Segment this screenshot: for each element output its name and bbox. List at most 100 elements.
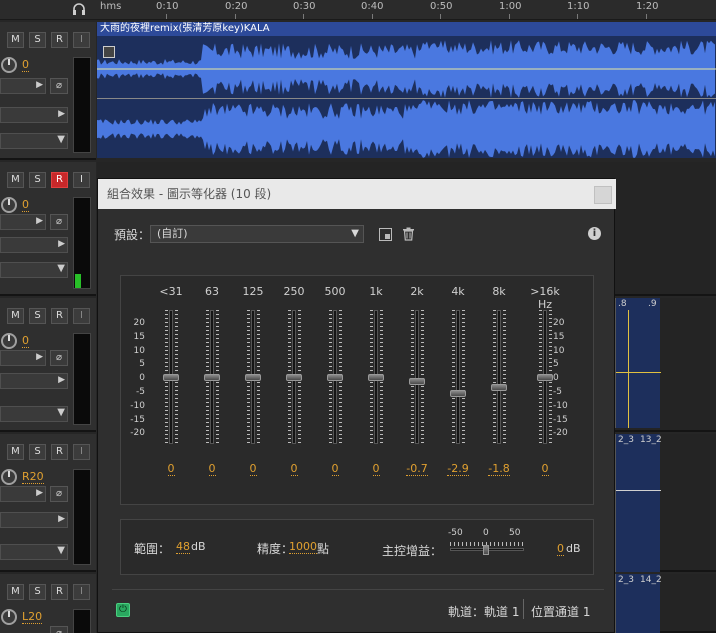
pan-knob-icon[interactable] (1, 609, 17, 625)
info-icon[interactable]: i (588, 227, 601, 240)
effects-selector[interactable]: ▶ (0, 237, 68, 253)
ruler-tick-label: 1:00 (499, 1, 522, 12)
mute-button[interactable]: M (7, 32, 24, 48)
band-gain-value[interactable]: 0 (274, 462, 314, 476)
mute-button[interactable]: M (7, 584, 24, 600)
band-gain-value[interactable]: -1.8 (479, 462, 519, 476)
phase-invert-icon[interactable]: ⌀ (50, 626, 68, 633)
timeline-ruler[interactable]: hms 0:10 0:20 0:30 0:40 0:50 1:00 1:10 1… (0, 0, 716, 20)
band-gain-value[interactable]: -2.9 (438, 462, 478, 476)
volume-knob-icon[interactable] (1, 333, 17, 349)
chevron-down-icon: ▼ (57, 545, 65, 556)
input-selector[interactable]: ▶ (0, 486, 46, 502)
solo-button[interactable]: S (29, 32, 46, 48)
eq-slider-thumb[interactable] (368, 374, 384, 381)
close-button[interactable] (594, 186, 612, 204)
input-monitor-button[interactable]: I (73, 308, 90, 324)
eq-slider-thumb[interactable] (409, 377, 425, 385)
solo-button[interactable]: S (29, 308, 46, 324)
volume-value[interactable]: 0 (22, 334, 29, 348)
record-arm-button[interactable]: R (51, 584, 68, 600)
solo-button[interactable]: S (29, 444, 46, 460)
headphone-icon[interactable] (72, 2, 86, 16)
scale-tick-label: 15 (553, 331, 565, 342)
audio-clip-partial[interactable]: 2_3 13_2 (615, 434, 662, 572)
input-selector[interactable]: ▶ (0, 350, 46, 366)
band-gain-value[interactable]: 0 (315, 462, 355, 476)
audio-clip[interactable]: 大雨的夜裡remix(張清芳原key)KALA (97, 22, 716, 158)
master-gain-value[interactable]: 0 (557, 542, 564, 556)
effects-selector[interactable]: ▶ (0, 107, 68, 123)
output-selector[interactable]: ▼ (0, 544, 68, 560)
volume-value[interactable]: 0 (22, 198, 29, 212)
output-selector[interactable]: ▼ (0, 133, 68, 149)
save-preset-icon[interactable] (379, 228, 392, 241)
phase-invert-icon[interactable]: ⌀ (50, 214, 68, 230)
input-selector[interactable]: ▶ (0, 214, 46, 230)
eq-slider-thumb[interactable] (491, 383, 507, 391)
clip-title: 大雨的夜裡remix(張清芳原key)KALA (97, 22, 716, 36)
pan-knob-icon[interactable] (1, 469, 17, 485)
scale-tick-label: -5 (136, 387, 145, 397)
record-arm-button[interactable]: R (51, 308, 68, 324)
output-selector[interactable]: ▼ (0, 406, 68, 422)
volume-knob-icon[interactable] (1, 57, 17, 73)
record-arm-button[interactable]: R (51, 172, 68, 188)
band-gain-value[interactable]: 0 (151, 462, 191, 476)
volume-value[interactable]: 0 (22, 58, 29, 72)
gain-max-label: 50 (509, 528, 521, 538)
range-value[interactable]: 48 (176, 540, 190, 554)
effects-selector[interactable]: ▶ (0, 512, 68, 528)
master-gain-slider[interactable]: -50 0 50 (448, 528, 528, 568)
effects-selector[interactable]: ▶ (0, 373, 68, 389)
dialog-title[interactable]: 組合效果 - 圖示等化器 (10 段) (98, 179, 616, 209)
pan-value[interactable]: R20 (22, 470, 44, 484)
input-monitor-button[interactable]: I (73, 172, 90, 188)
eq-slider-thumb[interactable] (286, 374, 302, 381)
eq-slider-thumb[interactable] (245, 374, 261, 381)
record-arm-button[interactable]: R (51, 444, 68, 460)
mute-button[interactable]: M (7, 444, 24, 460)
eq-slider-thumb[interactable] (537, 374, 553, 381)
chevron-down-icon: ▼ (57, 407, 65, 418)
eq-slider-thumb[interactable] (327, 374, 343, 381)
preset-dropdown[interactable]: (自訂) ▼ (150, 225, 364, 243)
pan-value[interactable]: L20 (22, 610, 43, 624)
mute-button[interactable]: M (7, 308, 24, 324)
audio-clip-partial[interactable]: 2_3 14_2 (615, 574, 662, 633)
input-monitor-button[interactable]: I (73, 32, 90, 48)
output-selector[interactable]: ▼ (0, 262, 68, 278)
input-monitor-button[interactable]: I (73, 444, 90, 460)
input-monitor-button[interactable]: I (73, 584, 90, 600)
audio-clip-partial[interactable]: .8 .9 (615, 298, 661, 428)
band-gain-value[interactable]: -0.7 (397, 462, 437, 476)
accuracy-value[interactable]: 1000 (289, 540, 317, 554)
clip-label: .8 (618, 299, 627, 309)
eq-slider-track[interactable] (456, 310, 460, 444)
solo-button[interactable]: S (29, 172, 46, 188)
volume-knob-icon[interactable] (1, 197, 17, 213)
eq-slider-thumb[interactable] (163, 374, 179, 381)
eq-slider-thumb[interactable] (450, 389, 466, 397)
input-selector[interactable]: ▶ (0, 78, 46, 94)
eq-slider-thumb[interactable] (204, 374, 220, 381)
record-arm-button[interactable]: R (51, 32, 68, 48)
phase-invert-icon[interactable]: ⌀ (50, 78, 68, 94)
scale-tick-label: 10 (133, 345, 145, 356)
band-gain-value[interactable]: 0 (525, 462, 565, 476)
band-gain-text: -2.9 (447, 462, 469, 476)
eq-slider-track[interactable] (497, 310, 501, 444)
trash-icon[interactable] (402, 227, 416, 241)
band-gain-text: 0 (208, 462, 216, 476)
gain-thumb[interactable] (483, 545, 489, 555)
band-gain-value[interactable]: 0 (233, 462, 273, 476)
scale-tick-label: -5 (553, 387, 562, 397)
band-gain-value[interactable]: 0 (192, 462, 232, 476)
band-gain-value[interactable]: 0 (356, 462, 396, 476)
power-icon[interactable]: ⏻ (116, 603, 130, 617)
phase-invert-icon[interactable]: ⌀ (50, 350, 68, 366)
phase-invert-icon[interactable]: ⌀ (50, 486, 68, 502)
mute-button[interactable]: M (7, 172, 24, 188)
clip-label: 13_2 (640, 435, 662, 445)
solo-button[interactable]: S (29, 584, 46, 600)
